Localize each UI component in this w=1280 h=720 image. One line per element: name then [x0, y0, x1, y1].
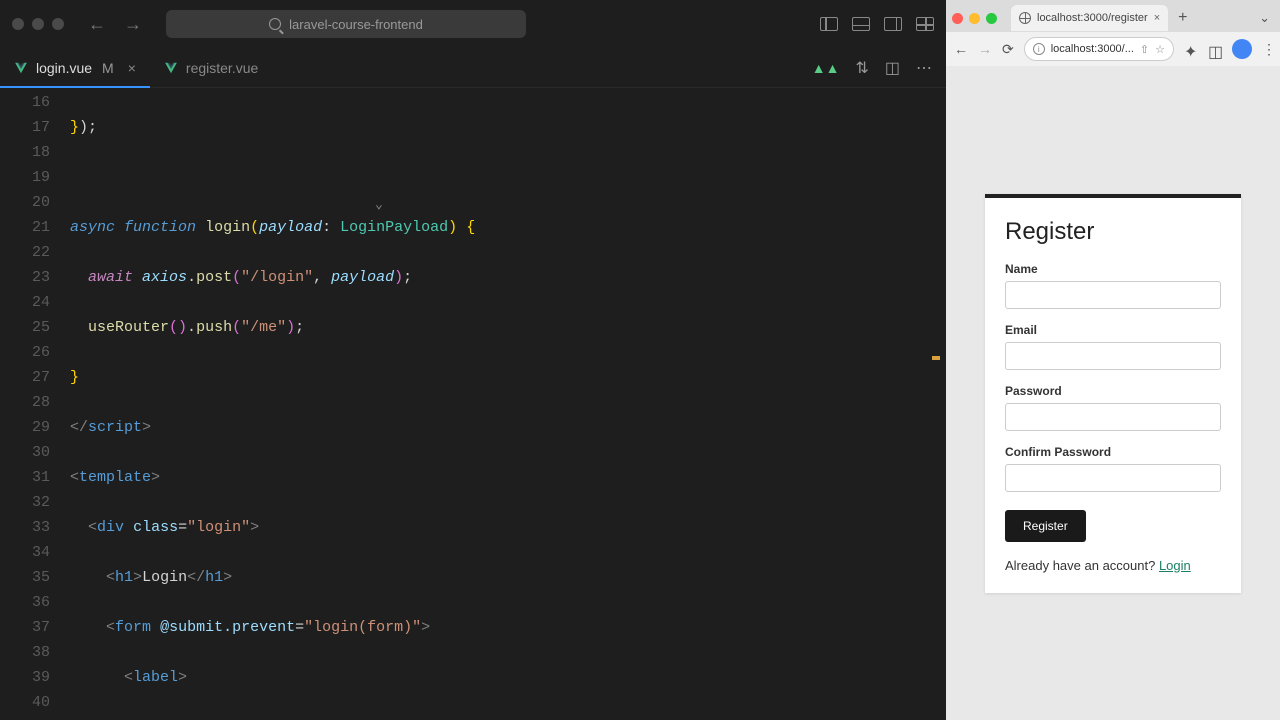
code-content[interactable]: }); async function login(payload: LoginP… — [70, 88, 946, 720]
tab-login-vue[interactable]: login.vue M × — [0, 48, 150, 87]
share-icon[interactable]: ⇧ — [1140, 43, 1149, 56]
zoom-dot[interactable] — [52, 18, 64, 30]
confirm-password-label: Confirm Password — [1005, 445, 1221, 459]
editor-titlebar: ← → laravel-course-frontend — [0, 0, 946, 48]
already-account-text: Already have an account? — [1005, 558, 1155, 573]
site-info-icon[interactable]: i — [1033, 43, 1045, 55]
command-center[interactable]: laravel-course-frontend — [166, 10, 526, 38]
text-cursor: ⌄ — [375, 192, 383, 217]
tab-filename: login.vue — [36, 60, 92, 76]
tab-actions: ▲▲ ⇅ ◫ ⋯ — [812, 58, 946, 78]
email-input[interactable] — [1005, 342, 1221, 370]
titlebar-layout-controls — [820, 17, 934, 31]
browser-tabstrip: localhost:3000/register × + ⌄ — [946, 0, 1280, 32]
nav-back-icon[interactable]: ← — [88, 14, 106, 35]
browser-pane: localhost:3000/register × + ⌄ ← → ⟳ i lo… — [946, 0, 1280, 720]
register-button[interactable]: Register — [1005, 510, 1086, 542]
code-editor[interactable]: 1617181920212223242526272829303132333435… — [0, 88, 946, 720]
minimize-window-icon[interactable] — [969, 13, 980, 24]
tab-filename: register.vue — [186, 60, 258, 76]
page-viewport: Register Name Email Password Confirm Pas… — [946, 66, 1280, 720]
browser-tab-title: localhost:3000/register — [1037, 12, 1148, 24]
bookmark-icon[interactable]: ☆ — [1155, 43, 1165, 56]
login-link[interactable]: Login — [1159, 558, 1191, 573]
password-label: Password — [1005, 384, 1221, 398]
extensions-icon[interactable]: ✦ — [1184, 42, 1198, 56]
line-gutter: 1617181920212223242526272829303132333435… — [0, 88, 70, 720]
sidepanel-icon[interactable]: ◫ — [1208, 42, 1222, 56]
toggle-secondary-icon[interactable] — [884, 17, 902, 31]
register-heading: Register — [1005, 218, 1221, 246]
close-tab-icon[interactable]: × — [1154, 12, 1160, 24]
tab-overflow-icon[interactable]: ⌄ — [1255, 10, 1274, 26]
name-input[interactable] — [1005, 281, 1221, 309]
browser-reload-icon[interactable]: ⟳ — [1002, 41, 1014, 58]
tab-modified-indicator: M — [102, 60, 114, 76]
browser-chrome: localhost:3000/register × + ⌄ ← → ⟳ i lo… — [946, 0, 1280, 66]
address-bar[interactable]: i localhost:3000/... ⇧ ☆ — [1024, 37, 1174, 61]
window-controls — [12, 18, 64, 30]
register-card: Register Name Email Password Confirm Pas… — [985, 194, 1241, 593]
source-control-icon[interactable]: ⇅ — [855, 58, 868, 78]
project-name: laravel-course-frontend — [289, 17, 423, 32]
browser-menu-icon[interactable]: ⋮ — [1262, 41, 1276, 58]
search-icon — [269, 18, 281, 30]
confirm-password-input[interactable] — [1005, 464, 1221, 492]
nav-arrows: ← → — [88, 14, 142, 35]
browser-window-controls — [952, 13, 997, 24]
overview-ruler-mark — [932, 356, 940, 360]
toolbar-right: ✦ ◫ ⋮ — [1184, 39, 1276, 59]
nav-forward-icon[interactable]: → — [124, 14, 142, 35]
minimize-dot[interactable] — [32, 18, 44, 30]
toggle-panel-icon[interactable] — [852, 17, 870, 31]
customize-layout-icon[interactable] — [916, 17, 934, 31]
nuxt-icon[interactable]: ▲▲ — [812, 60, 840, 76]
browser-back-icon[interactable]: ← — [954, 41, 968, 57]
vue-icon — [164, 61, 178, 75]
close-dot[interactable] — [12, 18, 24, 30]
browser-forward-icon: → — [978, 41, 992, 57]
globe-icon — [1019, 12, 1031, 24]
split-editor-icon[interactable]: ◫ — [885, 58, 900, 78]
more-actions-icon[interactable]: ⋯ — [916, 58, 932, 78]
tab-close-icon[interactable]: × — [128, 60, 136, 76]
toggle-sidebar-icon[interactable] — [820, 17, 838, 31]
new-tab-button[interactable]: + — [1174, 9, 1191, 27]
profile-avatar[interactable] — [1232, 39, 1252, 59]
editor-pane: ← → laravel-course-frontend login.vue M … — [0, 0, 946, 720]
vue-icon — [14, 61, 28, 75]
close-window-icon[interactable] — [952, 13, 963, 24]
password-input[interactable] — [1005, 403, 1221, 431]
email-label: Email — [1005, 323, 1221, 337]
browser-toolbar: ← → ⟳ i localhost:3000/... ⇧ ☆ ✦ ◫ ⋮ — [946, 32, 1280, 66]
tab-register-vue[interactable]: register.vue — [150, 48, 272, 87]
name-label: Name — [1005, 262, 1221, 276]
browser-tab[interactable]: localhost:3000/register × — [1011, 5, 1168, 31]
editor-tabs: login.vue M × register.vue ▲▲ ⇅ ◫ ⋯ — [0, 48, 946, 88]
login-prompt: Already have an account? Login — [1005, 558, 1221, 573]
address-text: localhost:3000/... — [1051, 43, 1134, 55]
maximize-window-icon[interactable] — [986, 13, 997, 24]
